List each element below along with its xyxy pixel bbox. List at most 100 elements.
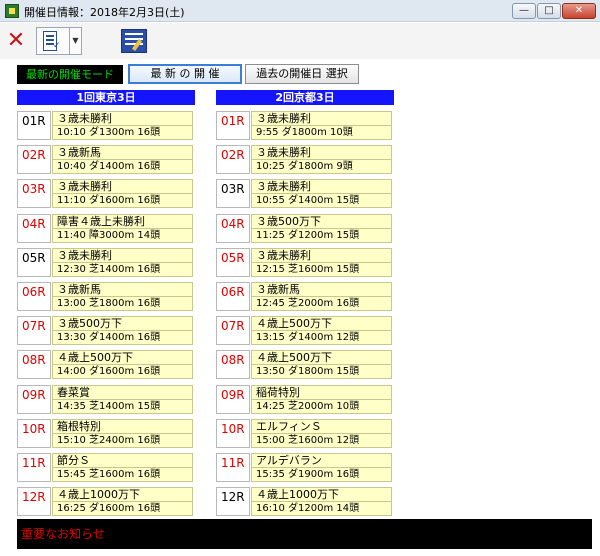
race-card[interactable]: 07R ３歳500万下 13:30 ダ1400m 16頭 <box>17 316 193 345</box>
race-number[interactable]: 10R <box>216 419 250 448</box>
race-name[interactable]: ４歳上1000万下 <box>251 487 392 501</box>
race-number[interactable]: 12R <box>17 487 51 516</box>
race-name[interactable]: ４歳上500万下 <box>251 350 392 364</box>
race-card[interactable]: 08R ４歳上500万下 14:00 ダ1600m 16頭 <box>17 350 193 379</box>
race-name[interactable]: ３歳未勝利 <box>251 111 392 125</box>
close-icon[interactable]: ✕ <box>3 28 29 54</box>
race-number[interactable]: 06R <box>216 282 250 311</box>
race-name[interactable]: ３歳500万下 <box>52 316 193 330</box>
race-card[interactable]: 03R ３歳未勝利 10:55 ダ1400m 15頭 <box>216 179 392 208</box>
race-card[interactable]: 01R ３歳未勝利 9:55 ダ1800m 10頭 <box>216 111 392 140</box>
race-card[interactable]: 08R ４歳上500万下 13:50 ダ1800m 15頭 <box>216 350 392 379</box>
race-name[interactable]: 障害４歳上未勝利 <box>52 214 193 228</box>
race-card[interactable]: 02R ３歳未勝利 10:25 ダ1800m 9頭 <box>216 145 392 174</box>
race-number[interactable]: 01R <box>216 111 250 140</box>
race-number[interactable]: 09R <box>17 385 51 414</box>
race-number[interactable]: 05R <box>216 248 250 277</box>
race-name[interactable]: ３歳新馬 <box>52 282 193 296</box>
race-number[interactable]: 08R <box>17 350 51 379</box>
race-name[interactable]: エルフィンＳ <box>251 419 392 433</box>
race-number[interactable]: 02R <box>216 145 250 174</box>
race-card[interactable]: 04R ３歳500万下 11:25 ダ1200m 15頭 <box>216 214 392 243</box>
race-name[interactable]: ３歳未勝利 <box>52 179 193 193</box>
race-number[interactable]: 05R <box>17 248 51 277</box>
race-card[interactable]: 06R ３歳新馬 12:45 芝2000m 16頭 <box>216 282 392 311</box>
race-detail: 15:10 芝2400m 16頭 <box>52 433 193 448</box>
race-number[interactable]: 06R <box>17 282 51 311</box>
race-detail: 13:30 ダ1400m 16頭 <box>52 330 193 345</box>
race-name[interactable]: 箱根特別 <box>52 419 193 433</box>
race-number[interactable]: 12R <box>216 487 250 516</box>
app-icon <box>5 4 19 18</box>
race-name[interactable]: ３歳新馬 <box>251 282 392 296</box>
checkmark-icon: ✓ <box>53 41 61 51</box>
race-number[interactable]: 07R <box>17 316 51 345</box>
race-detail: 13:50 ダ1800m 15頭 <box>251 364 392 379</box>
race-number[interactable]: 04R <box>17 214 51 243</box>
race-card[interactable]: 11R アルデバラン 15:35 ダ1900m 16頭 <box>216 453 392 482</box>
report-icon[interactable]: ✓ <box>36 27 70 55</box>
race-detail: 11:10 ダ1600m 16頭 <box>52 193 193 208</box>
race-card[interactable]: 10R 箱根特別 15:10 芝2400m 16頭 <box>17 419 193 448</box>
race-card[interactable]: 03R ３歳未勝利 11:10 ダ1600m 16頭 <box>17 179 193 208</box>
race-detail: 10:55 ダ1400m 15頭 <box>251 193 392 208</box>
race-detail: 15:35 ダ1900m 16頭 <box>251 467 392 482</box>
race-detail: 16:25 ダ1600m 16頭 <box>52 501 193 516</box>
race-card[interactable]: 02R ３歳新馬 10:40 ダ1400m 16頭 <box>17 145 193 174</box>
minimize-button[interactable]: — <box>512 3 536 19</box>
race-name[interactable]: ３歳未勝利 <box>52 248 193 262</box>
race-number[interactable]: 01R <box>17 111 51 140</box>
race-number[interactable]: 08R <box>216 350 250 379</box>
race-number[interactable]: 11R <box>17 453 51 482</box>
title-bar: 開催日情報：2018年2月3日(土) — □ ✕ <box>0 0 600 22</box>
chevron-down-icon[interactable]: ▼ <box>70 27 82 55</box>
race-number[interactable]: 09R <box>216 385 250 414</box>
race-number[interactable]: 07R <box>216 316 250 345</box>
race-detail: 13:15 ダ1400m 12頭 <box>251 330 392 345</box>
race-name[interactable]: ４歳上500万下 <box>251 316 392 330</box>
race-name[interactable]: ３歳未勝利 <box>251 179 392 193</box>
race-number[interactable]: 11R <box>216 453 250 482</box>
venue-header-tokyo: 1回東京3日 <box>17 90 195 105</box>
race-card[interactable]: 10R エルフィンＳ 15:00 芝1600m 12頭 <box>216 419 392 448</box>
race-number[interactable]: 04R <box>216 214 250 243</box>
race-name[interactable]: ３歳新馬 <box>52 145 193 159</box>
race-name[interactable]: ３歳未勝利 <box>251 145 392 159</box>
race-detail: 13:00 芝1800m 16頭 <box>52 296 193 311</box>
race-card[interactable]: 11R 節分Ｓ 15:45 芝1600m 16頭 <box>17 453 193 482</box>
important-notice[interactable]: 重要なお知らせ <box>17 519 592 549</box>
race-card[interactable]: 04R 障害４歳上未勝利 11:40 障3000m 14頭 <box>17 214 193 243</box>
race-name[interactable]: ４歳上500万下 <box>52 350 193 364</box>
race-name[interactable]: 稲荷特別 <box>251 385 392 399</box>
window-close-button[interactable]: ✕ <box>562 3 596 19</box>
race-name[interactable]: 節分Ｓ <box>52 453 193 467</box>
race-detail: 14:25 芝2000m 10頭 <box>251 399 392 414</box>
race-name[interactable]: ３歳未勝利 <box>251 248 392 262</box>
race-card[interactable]: 12R ４歳上1000万下 16:10 ダ1200m 14頭 <box>216 487 392 516</box>
race-detail: 14:35 芝1400m 15頭 <box>52 399 193 414</box>
race-number[interactable]: 03R <box>216 179 250 208</box>
race-name[interactable]: ４歳上1000万下 <box>52 487 193 501</box>
race-number[interactable]: 03R <box>17 179 51 208</box>
edit-icon[interactable] <box>119 27 149 55</box>
race-card[interactable]: 05R ３歳未勝利 12:15 芝1600m 15頭 <box>216 248 392 277</box>
maximize-button[interactable]: □ <box>537 3 561 19</box>
race-detail: 11:40 障3000m 14頭 <box>52 228 193 243</box>
past-race-select-button[interactable]: 過去の開催日 選択 <box>245 64 359 84</box>
race-name[interactable]: 春菜賞 <box>52 385 193 399</box>
race-name[interactable]: アルデバラン <box>251 453 392 467</box>
race-detail: 9:55 ダ1800m 10頭 <box>251 125 392 140</box>
race-card[interactable]: 09R 春菜賞 14:35 芝1400m 15頭 <box>17 385 193 414</box>
race-detail: 10:25 ダ1800m 9頭 <box>251 159 392 174</box>
race-card[interactable]: 01R ３歳未勝利 10:10 ダ1300m 16頭 <box>17 111 193 140</box>
race-card[interactable]: 07R ４歳上500万下 13:15 ダ1400m 12頭 <box>216 316 392 345</box>
race-name[interactable]: ３歳未勝利 <box>52 111 193 125</box>
race-card[interactable]: 05R ３歳未勝利 12:30 芝1400m 16頭 <box>17 248 193 277</box>
race-card[interactable]: 06R ３歳新馬 13:00 芝1800m 16頭 <box>17 282 193 311</box>
race-name[interactable]: ３歳500万下 <box>251 214 392 228</box>
race-number[interactable]: 10R <box>17 419 51 448</box>
latest-race-button[interactable]: 最 新 の 開 催 <box>128 64 242 84</box>
race-card[interactable]: 12R ４歳上1000万下 16:25 ダ1600m 16頭 <box>17 487 193 516</box>
race-card[interactable]: 09R 稲荷特別 14:25 芝2000m 10頭 <box>216 385 392 414</box>
race-number[interactable]: 02R <box>17 145 51 174</box>
